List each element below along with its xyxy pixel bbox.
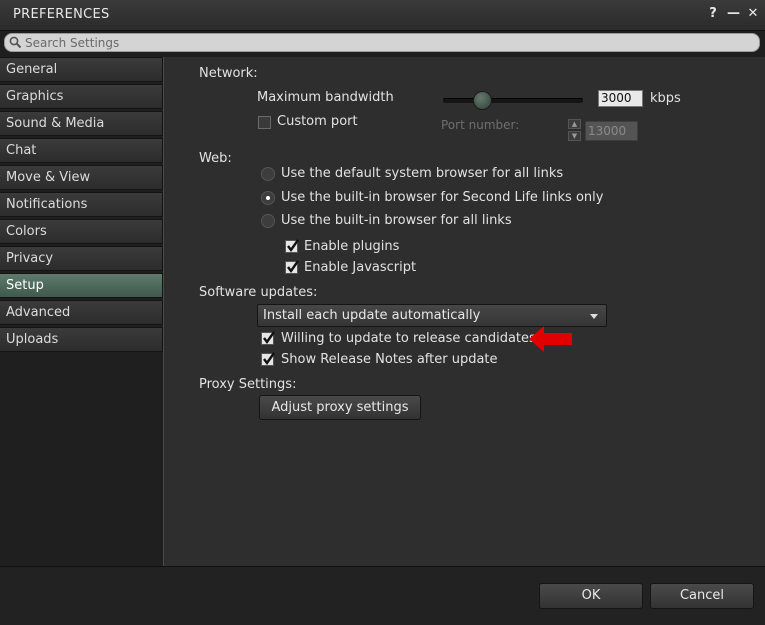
checkmark-icon bbox=[263, 331, 275, 345]
stepper-up-icon[interactable]: ▲ bbox=[568, 119, 581, 129]
custom-port-checkbox[interactable] bbox=[258, 116, 271, 129]
window-title: PREFERENCES bbox=[13, 7, 110, 22]
enable-plugins-checkbox[interactable] bbox=[285, 239, 299, 253]
release-candidates-checkbox[interactable] bbox=[261, 331, 275, 345]
search-bar bbox=[4, 33, 760, 52]
web-heading: Web: bbox=[199, 151, 232, 166]
window-controls: ? — ✕ bbox=[707, 6, 759, 21]
dialog-footer: OK Cancel bbox=[0, 566, 765, 625]
web-option-radio-default-browser[interactable] bbox=[261, 167, 275, 181]
port-number-field[interactable]: 13000 bbox=[585, 121, 638, 141]
checkmark-icon bbox=[287, 239, 299, 253]
setup-panel: Network: Maximum bandwidth 3000 kbps Cus… bbox=[163, 57, 765, 566]
cancel-button[interactable]: Cancel bbox=[650, 583, 754, 609]
adjust-proxy-settings-button[interactable]: Adjust proxy settings bbox=[259, 395, 421, 420]
update-mode-dropdown-value: Install each update automatically bbox=[263, 308, 481, 323]
software-updates-heading: Software updates: bbox=[199, 285, 318, 300]
release-candidates-label: Willing to update to release candidates bbox=[281, 331, 536, 346]
bandwidth-slider[interactable] bbox=[443, 98, 583, 103]
sidebar-item-advanced[interactable]: Advanced bbox=[0, 300, 163, 325]
sidebar-item-colors[interactable]: Colors bbox=[0, 219, 163, 244]
sidebar-item-privacy[interactable]: Privacy bbox=[0, 246, 163, 271]
search-icon bbox=[9, 36, 22, 49]
sidebar-item-move-view[interactable]: Move & View bbox=[0, 165, 163, 190]
help-icon[interactable]: ? bbox=[707, 6, 719, 21]
custom-port-label: Custom port bbox=[277, 114, 358, 129]
search-input[interactable] bbox=[25, 34, 745, 51]
stepper-down-icon[interactable]: ▼ bbox=[568, 131, 581, 141]
checkmark-icon bbox=[287, 260, 299, 274]
port-number-stepper[interactable]: ▲ ▼ bbox=[568, 119, 581, 141]
title-bar: PREFERENCES ? — ✕ bbox=[0, 0, 765, 31]
ok-button[interactable]: OK bbox=[539, 583, 643, 609]
web-option-radio-builtin-all[interactable] bbox=[261, 214, 275, 228]
red-arrow-annotation-icon bbox=[529, 326, 572, 352]
sidebar-item-sound-media[interactable]: Sound & Media bbox=[0, 111, 163, 136]
close-icon[interactable]: ✕ bbox=[747, 6, 759, 21]
sidebar-item-setup[interactable]: Setup bbox=[0, 273, 163, 298]
checkmark-icon bbox=[263, 352, 275, 366]
network-heading: Network: bbox=[199, 66, 258, 81]
web-option-label-builtin-sl: Use the built-in browser for Second Life… bbox=[281, 190, 604, 205]
enable-javascript-checkbox[interactable] bbox=[285, 260, 299, 274]
proxy-settings-heading: Proxy Settings: bbox=[199, 377, 297, 392]
web-option-label-default-browser: Use the default system browser for all l… bbox=[281, 166, 564, 181]
sidebar: General Graphics Sound & Media Chat Move… bbox=[0, 57, 163, 354]
sidebar-item-general[interactable]: General bbox=[0, 57, 163, 82]
enable-javascript-label: Enable Javascript bbox=[304, 260, 417, 275]
sidebar-item-notifications[interactable]: Notifications bbox=[0, 192, 163, 217]
web-option-radio-builtin-sl[interactable] bbox=[261, 191, 275, 205]
sidebar-item-graphics[interactable]: Graphics bbox=[0, 84, 163, 109]
bandwidth-slider-handle[interactable] bbox=[473, 91, 492, 110]
chevron-down-icon bbox=[590, 314, 598, 319]
port-number-label: Port number: bbox=[441, 118, 520, 132]
web-option-label-builtin-all: Use the built-in browser for all links bbox=[281, 213, 512, 228]
release-notes-checkbox[interactable] bbox=[261, 352, 275, 366]
enable-plugins-label: Enable plugins bbox=[304, 239, 400, 254]
bandwidth-value-field[interactable]: 3000 bbox=[598, 90, 643, 107]
sidebar-item-uploads[interactable]: Uploads bbox=[0, 327, 163, 352]
minimize-icon[interactable]: — bbox=[727, 6, 740, 21]
sidebar-item-chat[interactable]: Chat bbox=[0, 138, 163, 163]
max-bandwidth-label: Maximum bandwidth bbox=[257, 90, 394, 105]
release-notes-label: Show Release Notes after update bbox=[281, 352, 498, 367]
bandwidth-unit-label: kbps bbox=[650, 91, 681, 106]
